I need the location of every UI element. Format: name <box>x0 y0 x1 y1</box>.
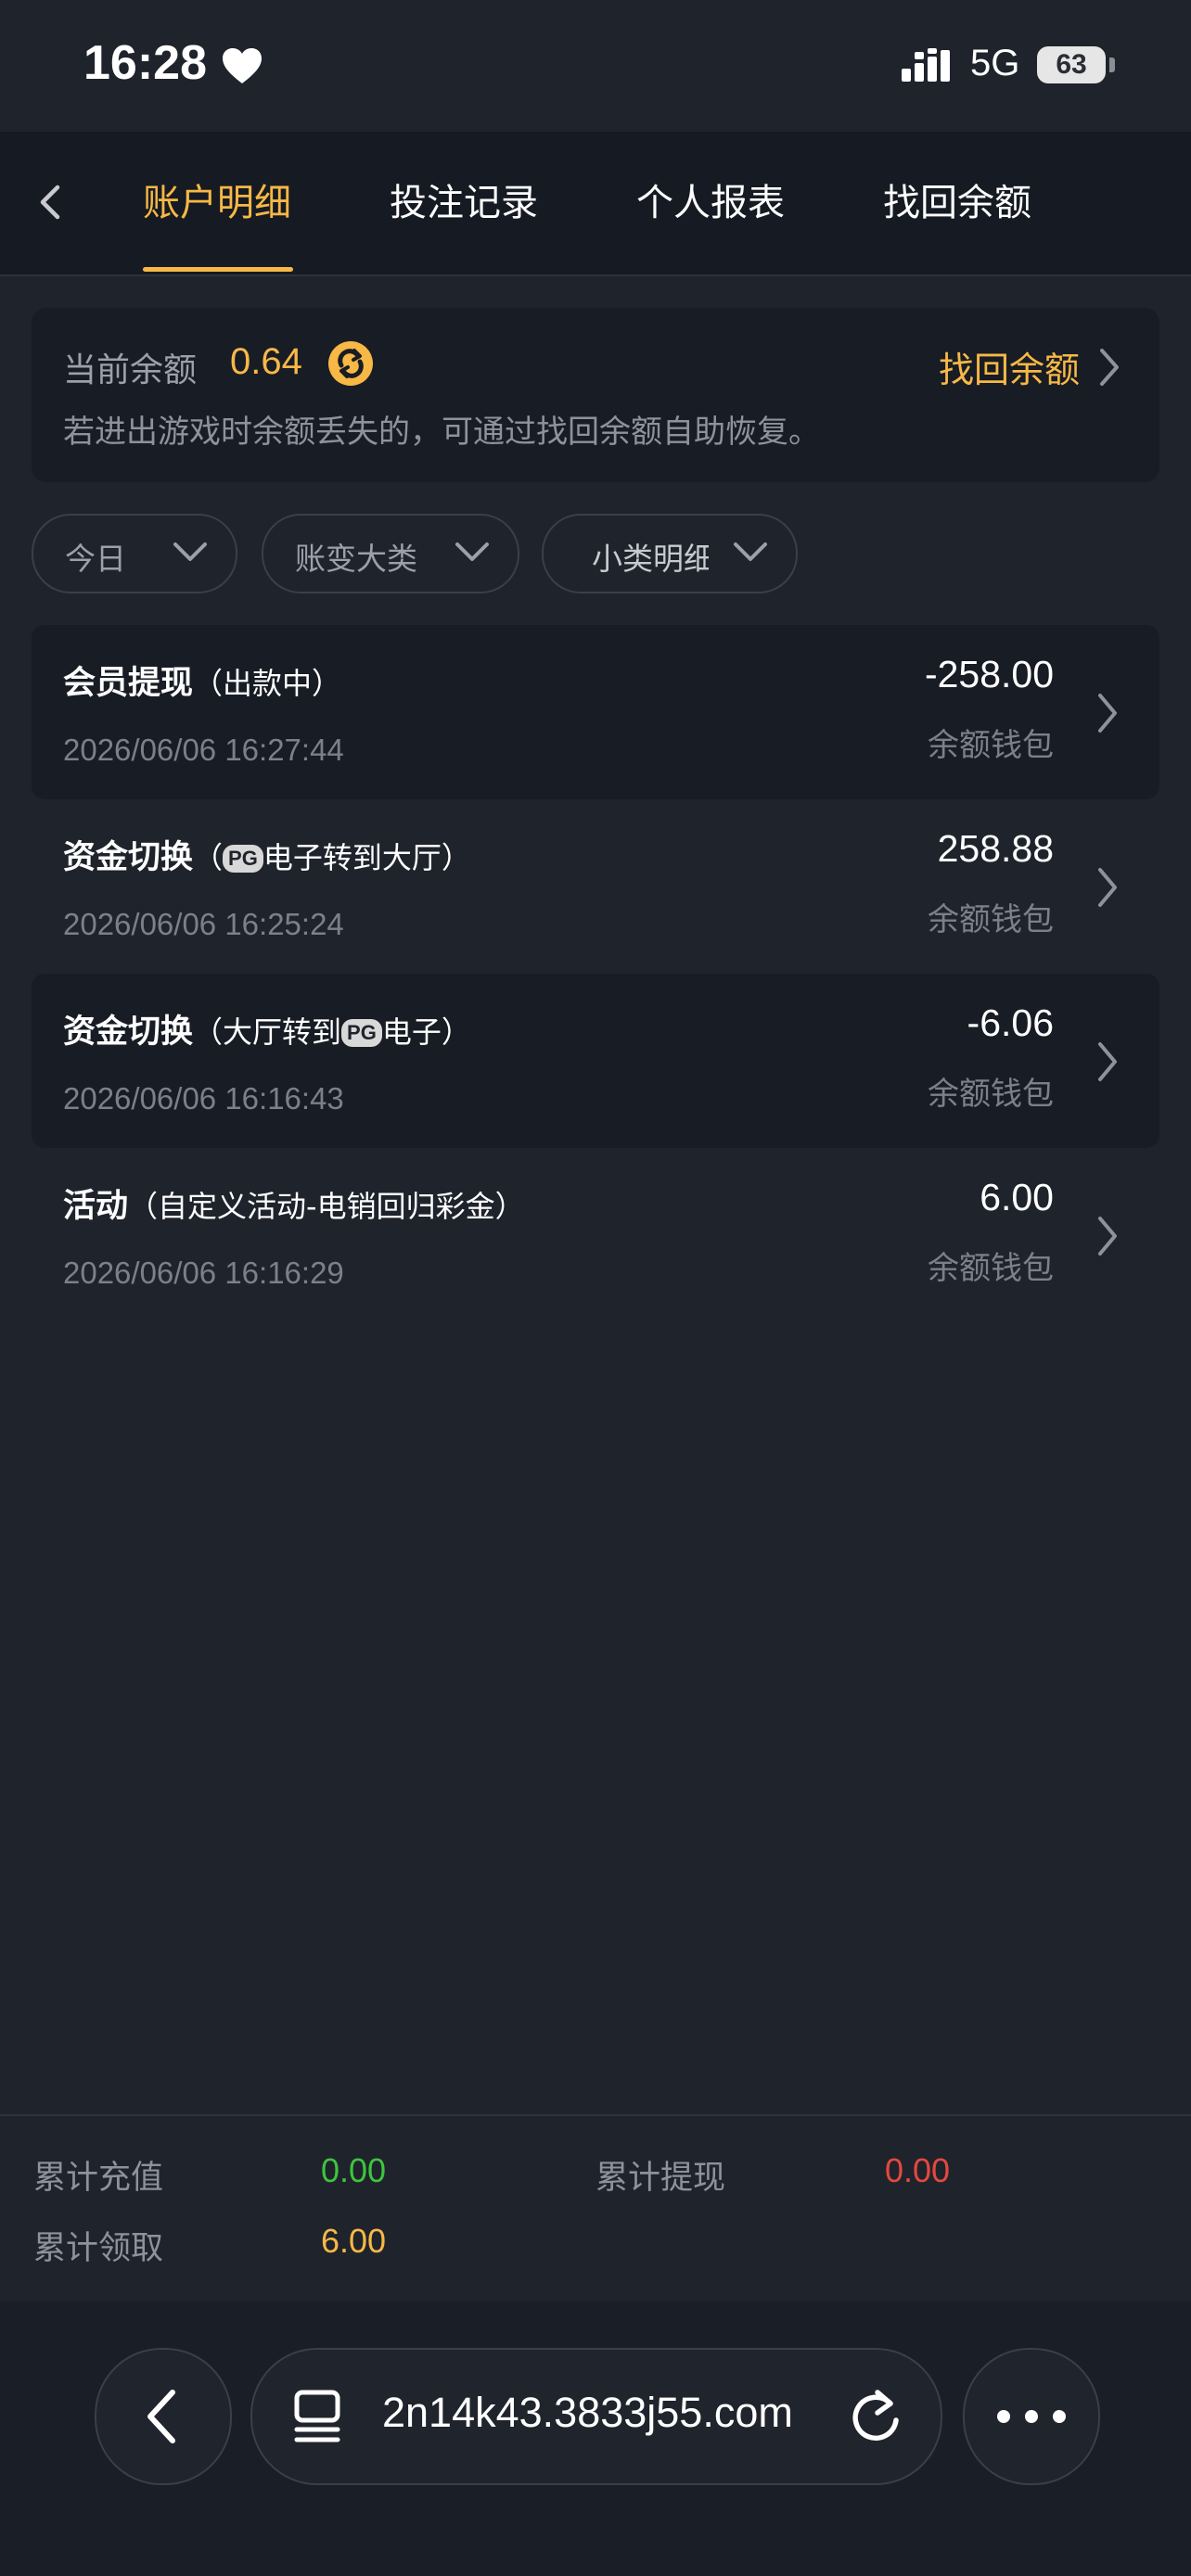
battery-level: 63 <box>1056 49 1087 80</box>
record-detail-suffix: 电子） <box>381 1014 471 1050</box>
withdraw-total-label: 累计提现 <box>596 2160 726 2197</box>
tab-personal-report[interactable]: 个人报表 <box>636 172 785 226</box>
record-time: 2026/06/06 16:27:44 <box>63 733 344 767</box>
record-title: 活动（自定义活动-电销回归彩金） <box>63 1180 525 1227</box>
subcategory-filter-value: 小类明细 <box>592 541 709 577</box>
record-wallet: 余额钱包 <box>928 727 1054 764</box>
record-amount: -258.00 <box>924 653 1054 695</box>
chevron-right-icon <box>1098 694 1117 733</box>
record-row[interactable]: 资金切换（大厅转到 PG 电子） 2026/06/06 16:16:43 -6.06… <box>32 974 1159 1148</box>
status-time: 16:28 <box>83 36 207 90</box>
record-type: 资金切换 <box>63 839 194 876</box>
back-arrow-icon[interactable] <box>28 174 74 230</box>
record-time: 2026/06/06 16:16:43 <box>63 1081 344 1116</box>
network-type: 5G <box>970 43 1020 83</box>
filter-bar: 今日 账变大类 小类明细 <box>0 514 1191 593</box>
deposit-total-label: 累计充值 <box>33 2160 164 2197</box>
pg-logo-icon: PG <box>341 1019 382 1047</box>
active-tab-indicator <box>143 267 293 272</box>
category-filter-value: 账变大类 <box>295 541 417 577</box>
tab-recover-balance[interactable]: 找回余额 <box>883 172 1031 226</box>
record-wallet: 余额钱包 <box>928 1250 1054 1287</box>
chevron-right-icon <box>1098 868 1117 907</box>
tab-bet-records[interactable]: 投注记录 <box>390 172 538 226</box>
summary-panel: 累计充值 0.00 累计提现 0.00 累计领取 6.00 <box>0 2114 1191 2302</box>
chevron-down-icon <box>734 542 767 561</box>
date-filter-dropdown[interactable]: 今日 <box>32 514 237 593</box>
chevron-right-icon <box>1098 1042 1117 1081</box>
address-bar[interactable]: 2n14k43.3833j55.com <box>250 2348 942 2485</box>
record-type: 活动 <box>63 1188 129 1225</box>
record-time: 2026/06/06 16:25:24 <box>63 907 344 941</box>
record-row[interactable]: 资金切换（ PG 电子转到大厅） 2026/06/06 16:25:24 258.8… <box>32 799 1159 974</box>
reload-icon[interactable] <box>850 2387 905 2446</box>
status-bar: 16:28 5G 63 <box>0 0 1191 132</box>
top-tab-bar: 账户明细 投注记录 个人报表 找回余额 <box>0 132 1191 276</box>
refresh-icon[interactable] <box>327 339 375 388</box>
battery-icon: 63 <box>1037 46 1106 83</box>
balance-tip: 若进出游戏时余额丢失的，可通过找回余额自助恢复。 <box>63 414 820 451</box>
tab-account-details[interactable]: 账户明细 <box>143 172 291 226</box>
record-detail: （出款中） <box>193 666 342 701</box>
record-amount: 258.88 <box>937 827 1054 870</box>
record-title: 资金切换（ PG 电子转到大厅） <box>63 831 471 878</box>
record-detail-prefix: （ <box>193 840 224 875</box>
signal-icon <box>902 48 950 82</box>
balance-value: 0.64 <box>230 341 302 382</box>
claim-total-label: 累计领取 <box>33 2230 164 2267</box>
recover-balance-link[interactable]: 找回余额 <box>939 341 1080 392</box>
record-time: 2026/06/06 16:16:29 <box>63 1256 344 1290</box>
chevron-down-icon <box>173 542 207 561</box>
pg-logo-icon: PG <box>223 845 263 873</box>
record-detail-suffix: 电子转到大厅） <box>263 840 471 875</box>
withdraw-total-value: 0.00 <box>885 2151 951 2189</box>
balance-label: 当前余额 <box>63 351 198 389</box>
record-type: 资金切换 <box>63 1014 194 1051</box>
battery-tip <box>1109 57 1115 72</box>
record-amount: -6.06 <box>967 1001 1054 1044</box>
heart-icon <box>223 48 262 83</box>
claim-total-value: 6.00 <box>321 2222 387 2260</box>
record-row[interactable]: 活动（自定义活动-电销回归彩金） 2026/06/06 16:16:29 6.0… <box>32 1148 1159 1322</box>
balance-card: 当前余额 0.64 找回余额 若进出游戏时余额丢失的，可通过找回余额自助恢复。 <box>32 308 1159 482</box>
record-title: 会员提现（出款中） <box>63 657 341 704</box>
chevron-down-icon <box>455 542 489 561</box>
record-wallet: 余额钱包 <box>928 1076 1054 1113</box>
subcategory-filter-dropdown[interactable]: 小类明细 <box>542 514 798 593</box>
tabs-icon[interactable] <box>291 2389 343 2444</box>
record-title: 资金切换（大厅转到 PG 电子） <box>63 1005 471 1052</box>
chevron-left-icon <box>147 2390 175 2443</box>
record-row[interactable]: 会员提现（出款中） 2026/06/06 16:27:44 -258.00 余额… <box>32 625 1159 799</box>
chevron-right-icon[interactable] <box>1096 347 1122 388</box>
browser-back-button[interactable] <box>95 2348 232 2485</box>
url-text[interactable]: 2n14k43.3833j55.com <box>382 2389 793 2437</box>
record-wallet: 余额钱包 <box>928 901 1054 938</box>
date-filter-value: 今日 <box>65 541 126 577</box>
record-detail: （自定义活动-电销回归彩金） <box>128 1189 525 1224</box>
chevron-right-icon <box>1098 1217 1117 1256</box>
more-options-button[interactable] <box>963 2348 1100 2485</box>
category-filter-dropdown[interactable]: 账变大类 <box>262 514 519 593</box>
record-detail-prefix: （大厅转到 <box>193 1014 342 1050</box>
browser-toolbar: 2n14k43.3833j55.com <box>0 2302 1191 2576</box>
deposit-total-value: 0.00 <box>321 2151 387 2189</box>
record-type: 会员提现 <box>63 665 194 702</box>
ellipsis-icon <box>997 2410 1066 2423</box>
record-amount: 6.00 <box>980 1176 1054 1218</box>
